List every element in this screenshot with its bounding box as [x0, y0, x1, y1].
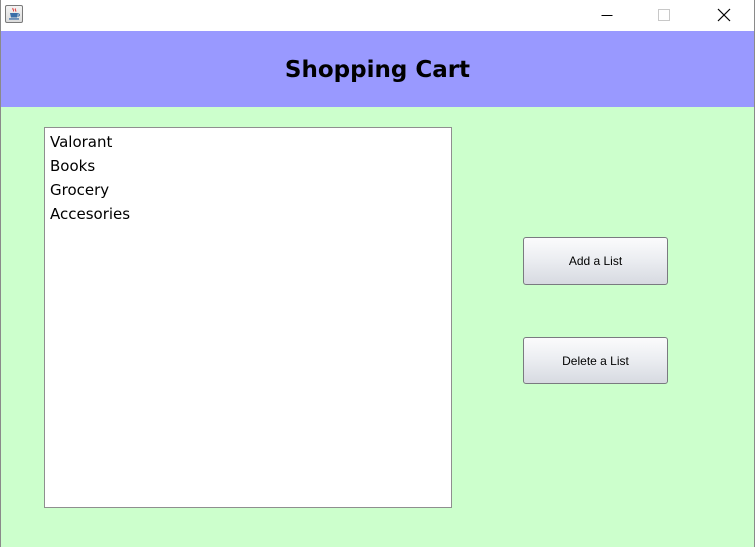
content-panel: Valorant Books Grocery Accesories Add a … — [1, 107, 754, 547]
page-title: Shopping Cart — [284, 57, 471, 83]
list-item[interactable]: Grocery — [45, 178, 451, 202]
header-panel: Shopping Cart — [1, 31, 754, 107]
add-list-button[interactable]: Add a List — [523, 237, 668, 285]
minimize-button[interactable] — [584, 0, 630, 30]
app-window: Shopping Cart Valorant Books Grocery Acc… — [0, 0, 755, 547]
list-item[interactable]: Books — [45, 154, 451, 178]
title-bar[interactable] — [1, 0, 754, 30]
delete-list-button[interactable]: Delete a List — [523, 337, 668, 384]
java-cup-icon[interactable] — [5, 5, 23, 23]
list-item[interactable]: Valorant — [45, 130, 451, 154]
cart-list[interactable]: Valorant Books Grocery Accesories — [44, 127, 452, 508]
list-item[interactable]: Accesories — [45, 202, 451, 226]
close-button[interactable] — [701, 0, 747, 30]
maximize-button[interactable] — [641, 0, 687, 30]
maximize-icon — [658, 9, 670, 21]
close-icon — [717, 8, 731, 22]
minimize-icon — [601, 15, 613, 16]
